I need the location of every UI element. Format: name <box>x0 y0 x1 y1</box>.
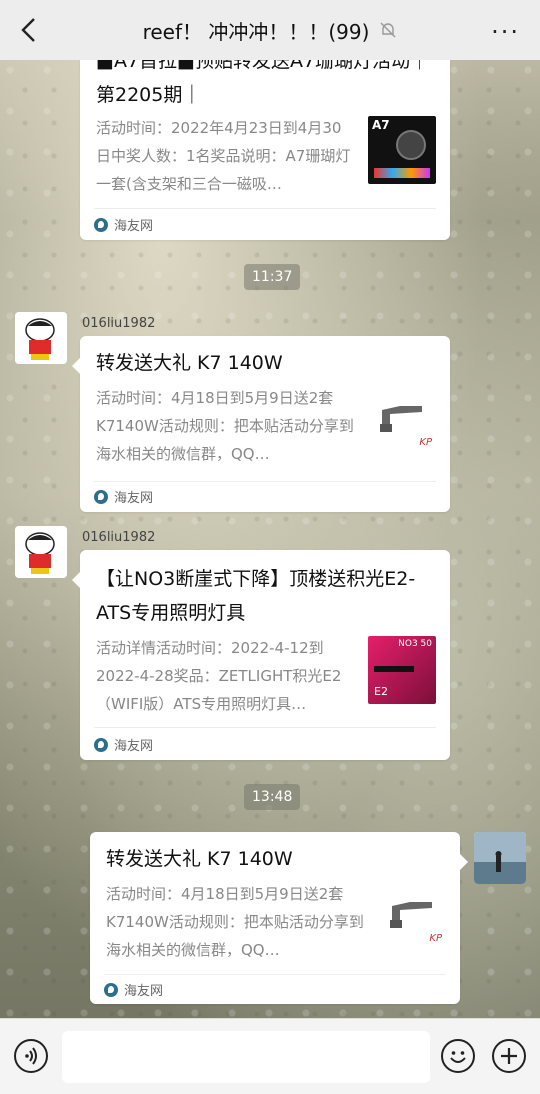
card-description: 活动时间：4月18日到5月9日送2套K7140W活动规则：把本贴活动分享到海水相… <box>106 885 364 959</box>
card-description: 活动时间：4月18日到5月9日送2套K7140W活动规则：把本贴活动分享到海水相… <box>96 389 354 463</box>
voice-icon[interactable] <box>14 1039 48 1073</box>
card-divider <box>94 727 436 728</box>
card-title: 【让NO3断崖式下降】顶楼送积光E2-ATS专用照明灯具 <box>96 568 416 624</box>
card-source: 海友网 <box>94 735 153 754</box>
source-label: 海友网 <box>124 984 164 999</box>
source-label: 海友网 <box>114 491 154 506</box>
card-thumbnail: A7 <box>368 116 436 184</box>
source-logo-icon <box>94 737 108 752</box>
bell-muted-icon <box>380 22 396 38</box>
sender-name: 016liu1982 <box>82 530 156 545</box>
emoji-icon[interactable] <box>441 1039 475 1073</box>
card-thumbnail: KP <box>370 388 438 456</box>
avatar[interactable] <box>15 312 67 364</box>
source-label: 海友网 <box>114 739 154 754</box>
thumbnail-label: KP <box>429 933 442 944</box>
card-title: 转发送大礼 K7 140W <box>106 848 293 870</box>
top-bar: reef！ 冲冲冲！！！(99) ··· <box>0 0 540 60</box>
card-divider <box>94 481 436 482</box>
source-logo-icon <box>94 217 108 232</box>
avatar[interactable] <box>474 832 526 884</box>
card-title: 转发送大礼 K7 140W <box>96 352 283 374</box>
card-thumbnail: NO3 50 E2 <box>368 636 436 704</box>
card-thumbnail: KP <box>380 884 448 952</box>
input-bar <box>0 1018 540 1094</box>
chat-title: reef！ 冲冲冲！！！(99) <box>143 16 398 45</box>
thumbnail-label: A7 <box>372 118 390 132</box>
more-options-button[interactable]: ··· <box>491 18 520 46</box>
plus-icon[interactable] <box>492 1039 526 1073</box>
thumbnail-label: KP <box>419 437 432 448</box>
card-source: 海友网 <box>94 487 153 506</box>
card-description: 活动详情活动时间：2022-4-12到2022-4-28奖品：ZETLIGHT积… <box>96 639 342 713</box>
message-input[interactable] <box>62 1031 430 1083</box>
message-card[interactable]: ■A7首拉■预贴转发送A7珊瑚灯活动｜第2205期｜ 活动时间：2022年4月2… <box>80 40 450 240</box>
message-card[interactable]: 【让NO3断崖式下降】顶楼送积光E2-ATS专用照明灯具 活动详情活动时间：20… <box>72 550 450 760</box>
message-card[interactable]: 转发送大礼 K7 140W 活动时间：4月18日到5月9日送2套K7140W活动… <box>90 832 468 1004</box>
source-logo-icon <box>104 982 118 997</box>
timestamp: 11:37 <box>244 264 301 290</box>
sender-name: 016liu1982 <box>82 316 156 331</box>
card-description: 活动时间：2022年4月23日到4月30日中奖人数：1名奖品说明：A7珊瑚灯一套… <box>96 119 351 193</box>
card-divider <box>104 974 446 975</box>
message-card[interactable]: 转发送大礼 K7 140W 活动时间：4月18日到5月9日送2套K7140W活动… <box>72 336 450 512</box>
avatar[interactable] <box>15 526 67 578</box>
card-source: 海友网 <box>94 215 153 234</box>
timestamp: 13:48 <box>244 784 301 810</box>
thumbnail-label: NO3 50 <box>398 639 432 649</box>
card-divider <box>94 208 436 209</box>
card-source: 海友网 <box>104 980 163 999</box>
chat-title-text: reef！ 冲冲冲！！！(99) <box>142 19 370 44</box>
source-label: 海友网 <box>114 219 154 234</box>
source-logo-icon <box>94 489 108 504</box>
back-chevron-icon[interactable] <box>14 14 46 46</box>
